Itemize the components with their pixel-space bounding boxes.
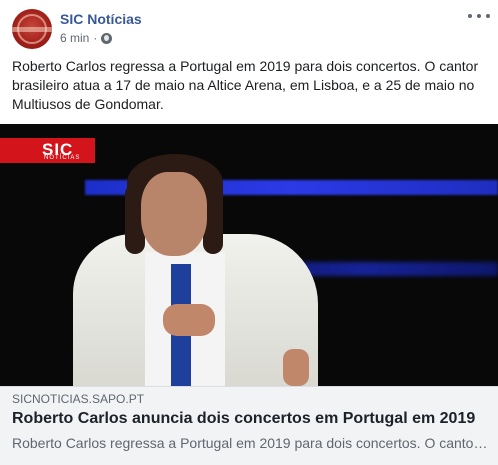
- post-meta: 6 min ·: [60, 31, 113, 45]
- meta-separator: ·: [93, 31, 98, 45]
- dot-2: [477, 14, 481, 18]
- post-timestamp[interactable]: 6 min: [60, 31, 89, 45]
- more-options-icon[interactable]: [468, 8, 490, 24]
- thumb-hand: [283, 349, 309, 386]
- post-text: Roberto Carlos regressa a Portugal em 20…: [12, 58, 479, 112]
- link-domain: SICNOTICIAS.SAPO.PT: [12, 392, 145, 406]
- post-photo[interactable]: SIC NOTÍCIAS: [0, 124, 498, 386]
- face: [141, 172, 207, 256]
- avatar-ring: [17, 14, 47, 44]
- dot-3: [486, 14, 490, 18]
- page-avatar[interactable]: [12, 9, 52, 49]
- singer-figure: [63, 154, 318, 386]
- link-description: Roberto Carlos regressa a Portugal em 20…: [12, 435, 490, 451]
- dot-1: [468, 14, 472, 18]
- hand: [163, 304, 215, 336]
- link-title[interactable]: Roberto Carlos anuncia dois concertos em…: [12, 410, 475, 428]
- link-preview[interactable]: SICNOTICIAS.SAPO.PT Roberto Carlos anunc…: [0, 386, 498, 465]
- globe-icon[interactable]: [101, 32, 113, 44]
- page-name-link[interactable]: SIC Notícias: [60, 11, 142, 27]
- post-header: SIC Notícias 6 min ·: [0, 0, 498, 56]
